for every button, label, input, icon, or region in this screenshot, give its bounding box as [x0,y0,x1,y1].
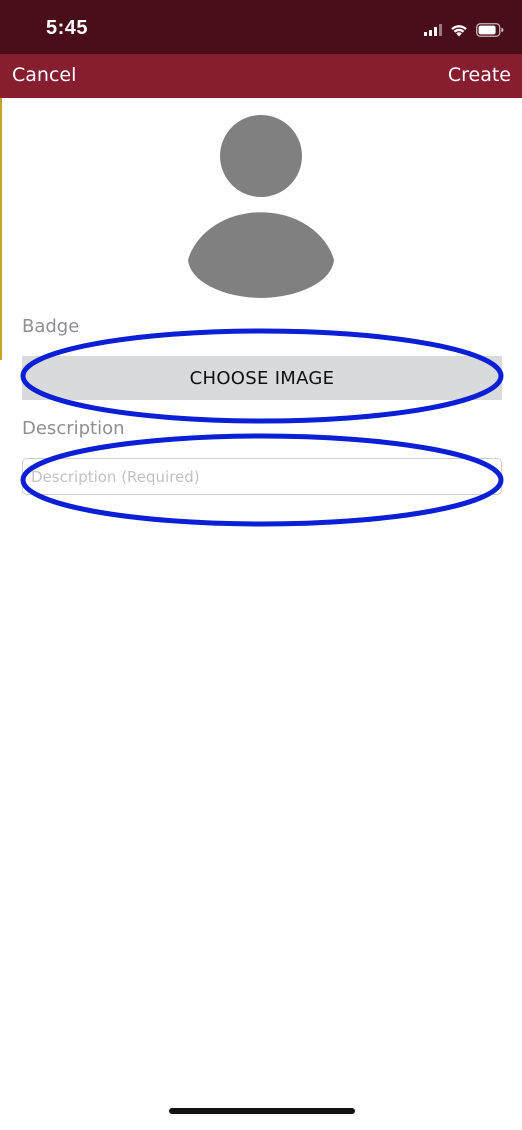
nav-bar: Cancel Create [0,54,522,98]
description-label: Description [22,418,125,439]
badge-label: Badge [22,316,80,337]
status-icons [424,20,504,40]
status-bar: 5:45 [0,0,522,54]
left-edge-accent [0,98,2,360]
create-button[interactable]: Create [448,64,511,86]
battery-icon [476,23,504,37]
choose-image-button[interactable]: CHOOSE IMAGE [22,356,502,400]
person-placeholder-icon [188,115,334,298]
status-time: 5:45 [46,17,89,39]
choose-image-label: CHOOSE IMAGE [189,367,335,389]
cancel-button[interactable]: Cancel [12,64,76,86]
description-input[interactable] [22,458,502,495]
wifi-icon [451,24,467,36]
home-indicator[interactable] [169,1108,355,1114]
signal-icon [424,24,442,36]
